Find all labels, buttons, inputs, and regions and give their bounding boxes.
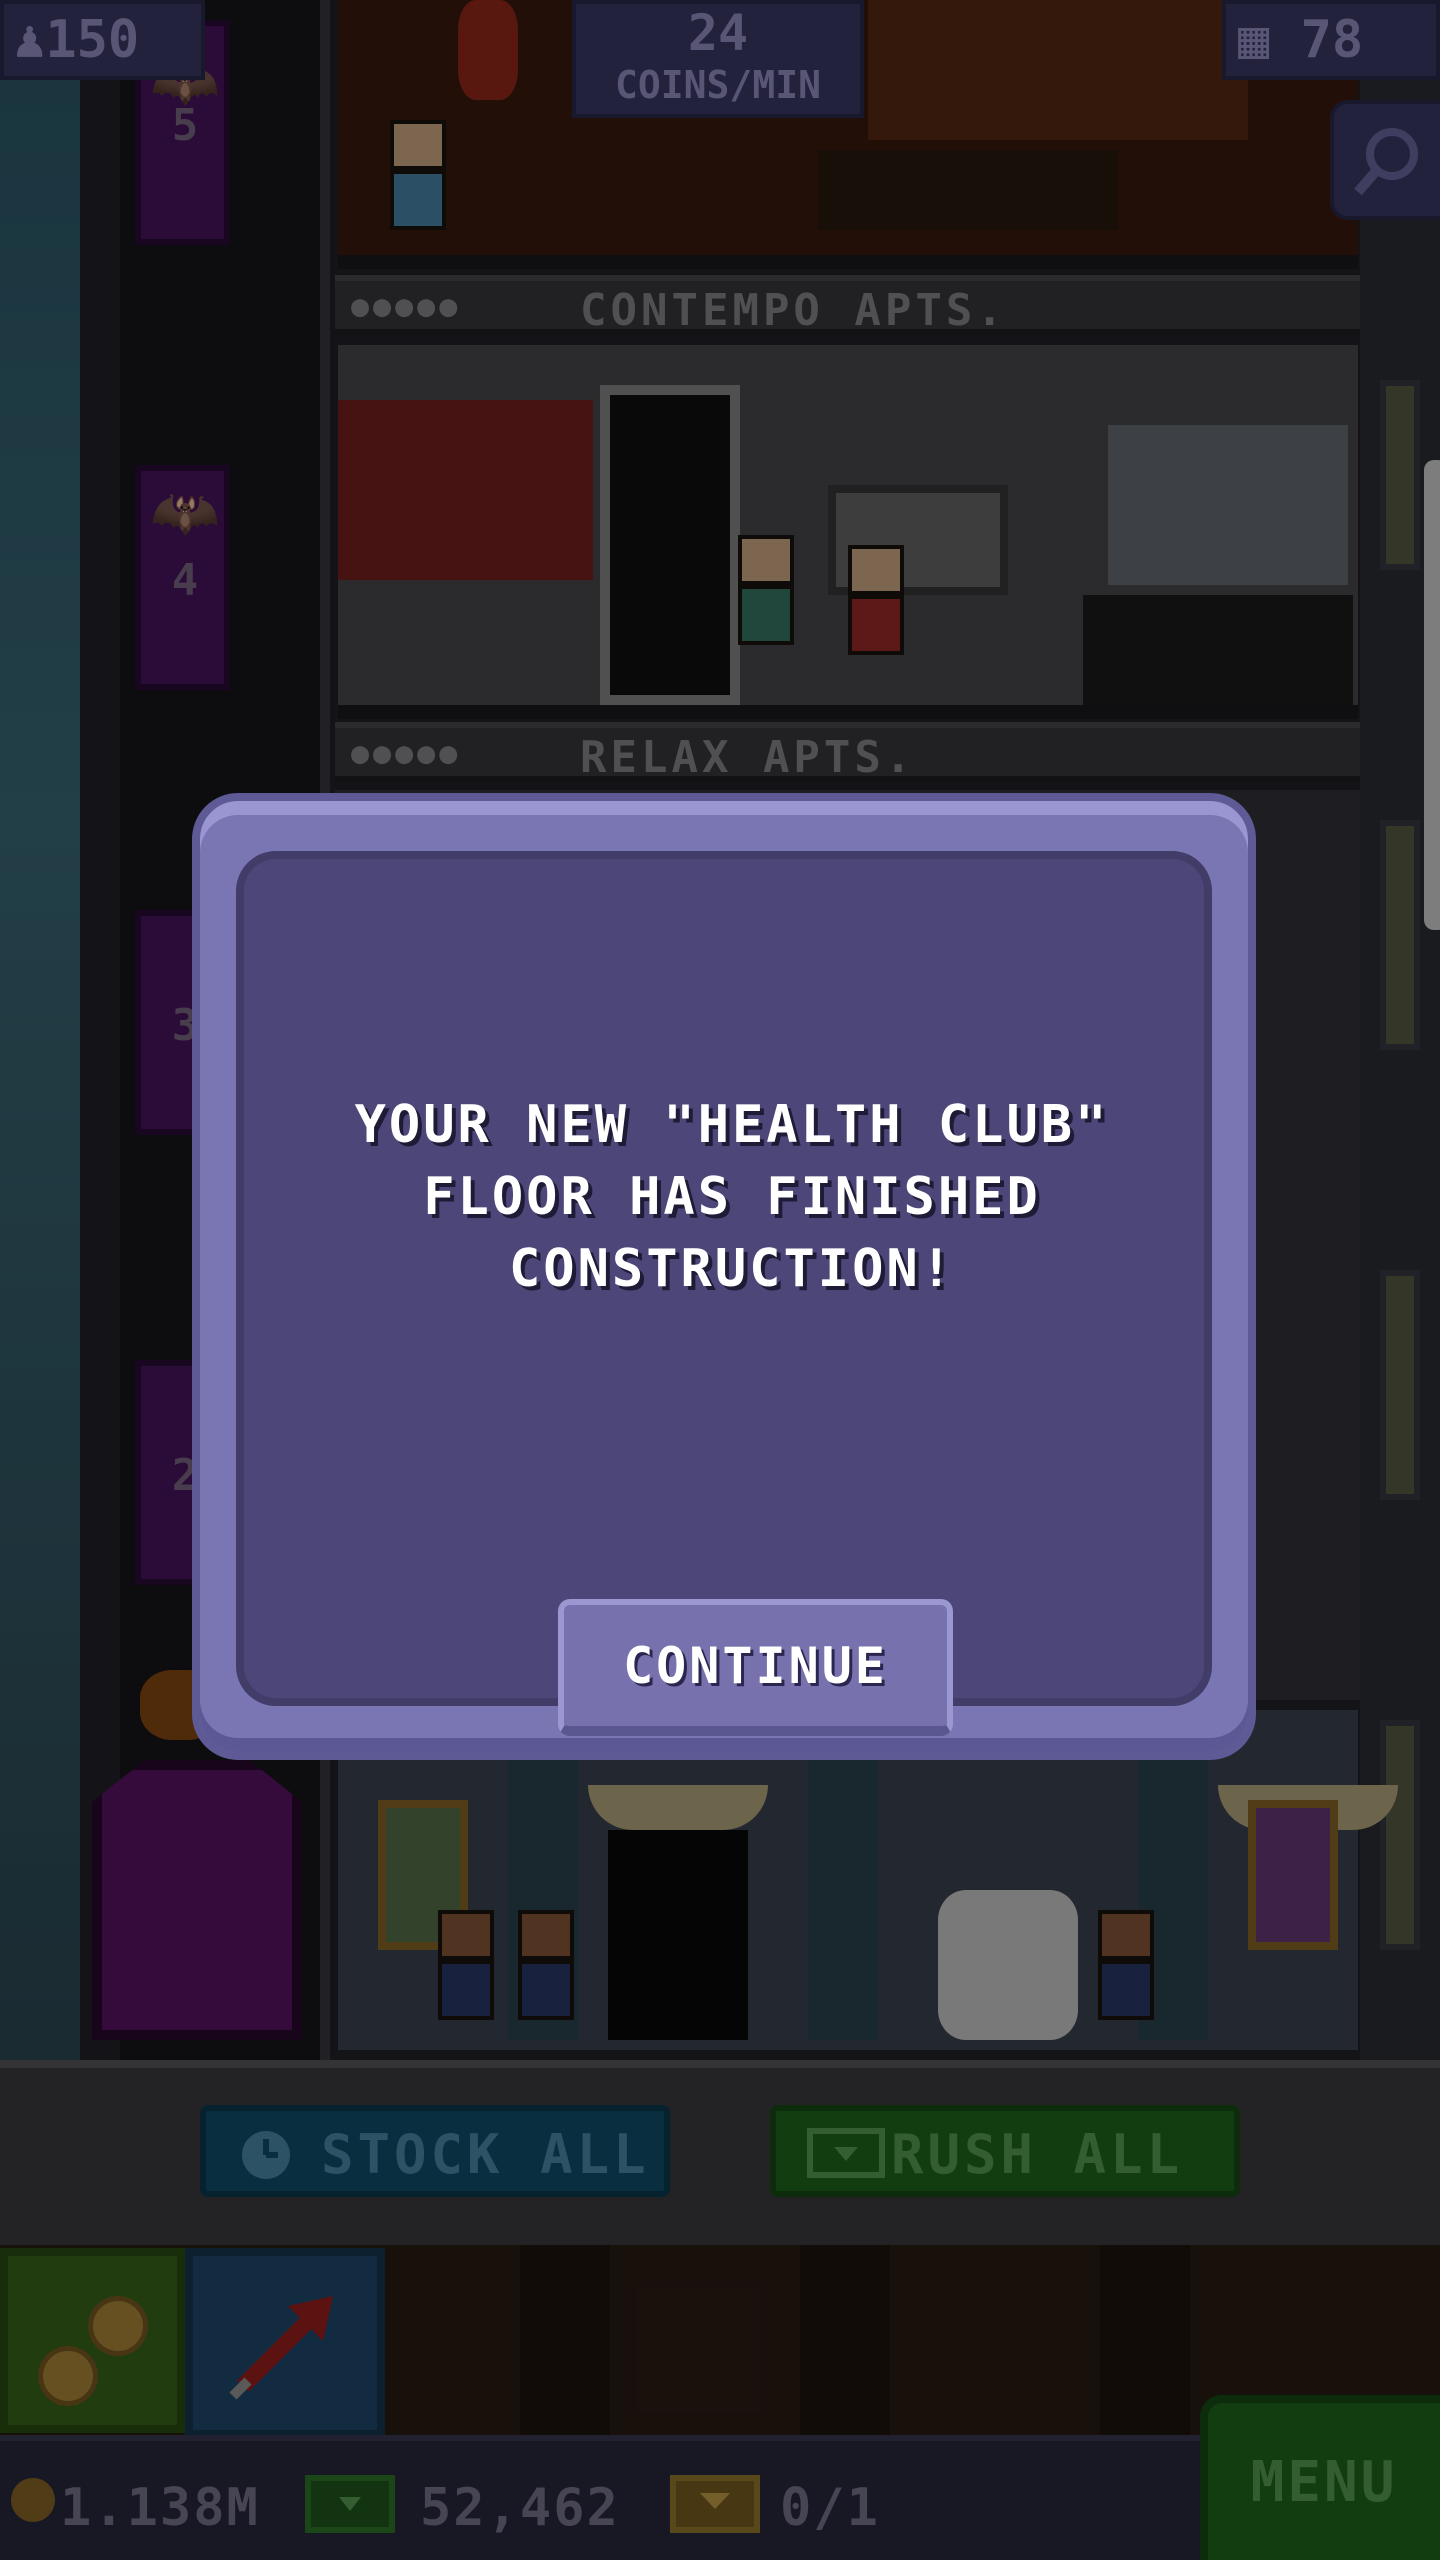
dialog-message-line: FLOOR HAS FINISHED bbox=[423, 1167, 1041, 1227]
dialog-message: YOUR NEW "HEALTH CLUB" FLOOR HAS FINISHE… bbox=[304, 1089, 1160, 1305]
construction-complete-dialog: YOUR NEW "HEALTH CLUB" FLOOR HAS FINISHE… bbox=[192, 793, 1256, 1760]
dialog-panel: YOUR NEW "HEALTH CLUB" FLOOR HAS FINISHE… bbox=[236, 851, 1212, 1736]
dialog-message-line: YOUR NEW "HEALTH CLUB" bbox=[354, 1095, 1110, 1155]
continue-button[interactable]: CONTINUE bbox=[558, 1599, 953, 1736]
dialog-message-line: CONSTRUCTION! bbox=[509, 1239, 955, 1299]
